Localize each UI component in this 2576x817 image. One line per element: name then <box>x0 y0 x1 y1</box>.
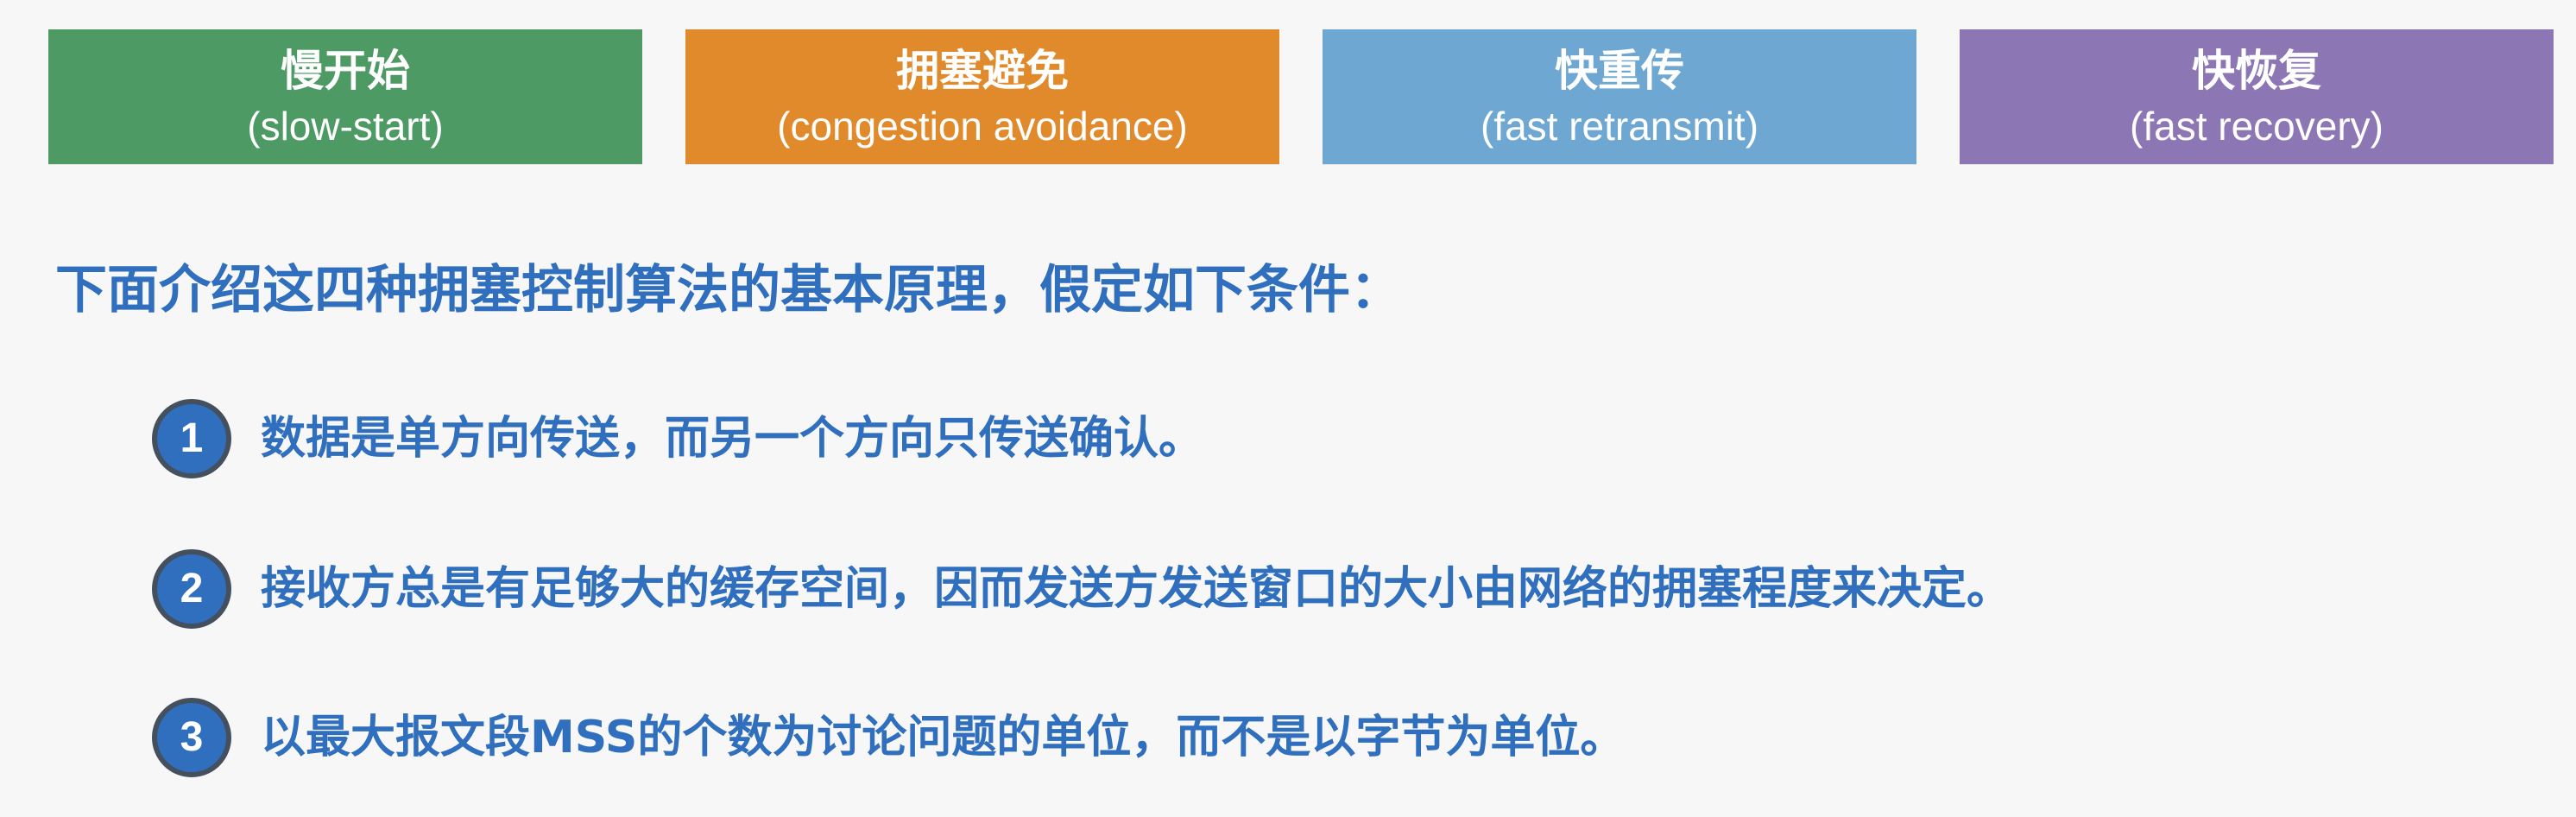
number-badge-1: 1 <box>152 399 231 478</box>
slide: 慢开始 (slow-start) 拥塞避免 (congestion avoida… <box>0 0 2576 817</box>
algorithm-name-zh: 拥塞避免 <box>896 46 1069 96</box>
algorithm-boxes: 慢开始 (slow-start) 拥塞避免 (congestion avoida… <box>48 29 2555 164</box>
number-badge-3: 3 <box>152 698 231 777</box>
algorithm-name-en: (fast recovery) <box>2130 104 2383 149</box>
algorithm-name-en: (congestion avoidance) <box>777 104 1188 149</box>
algorithm-name-zh: 快恢复 <box>2192 46 2321 96</box>
algorithm-name-zh: 快重传 <box>1555 46 1684 96</box>
condition-text: 数据是单方向传送，而另一个方向只传送确认。 <box>261 413 1204 465</box>
fast-recovery-box: 快恢复 (fast recovery) <box>1960 29 2554 164</box>
slow-start-box: 慢开始 (slow-start) <box>48 29 642 164</box>
condition-item: 2 接收方总是有足够大的缓存空间，因而发送方发送窗口的大小由网络的拥塞程度来决定… <box>152 549 2483 632</box>
condition-text: 以最大报文段MSS的个数为讨论问题的单位，而不是以字节为单位。 <box>261 712 1626 763</box>
algorithm-name-en: (slow-start) <box>247 104 444 149</box>
condition-item: 3 以最大报文段MSS的个数为讨论问题的单位，而不是以字节为单位。 <box>152 698 2483 781</box>
algorithm-name-zh: 慢开始 <box>281 46 410 96</box>
fast-retransmit-box: 快重传 (fast retransmit) <box>1323 29 1916 164</box>
clipped-heading-remnant <box>104 0 587 9</box>
algorithm-name-en: (fast retransmit) <box>1480 104 1759 149</box>
congestion-avoidance-box: 拥塞避免 (congestion avoidance) <box>685 29 1279 164</box>
condition-text: 接收方总是有足够大的缓存空间，因而发送方发送窗口的大小由网络的拥塞程度来决定。 <box>261 563 2012 615</box>
condition-item: 1 数据是单方向传送，而另一个方向只传送确认。 <box>152 399 2483 482</box>
number-badge-2: 2 <box>152 549 231 629</box>
intro-heading: 下面介绍这四种拥塞控制算法的基本原理，假定如下条件： <box>55 260 1402 320</box>
